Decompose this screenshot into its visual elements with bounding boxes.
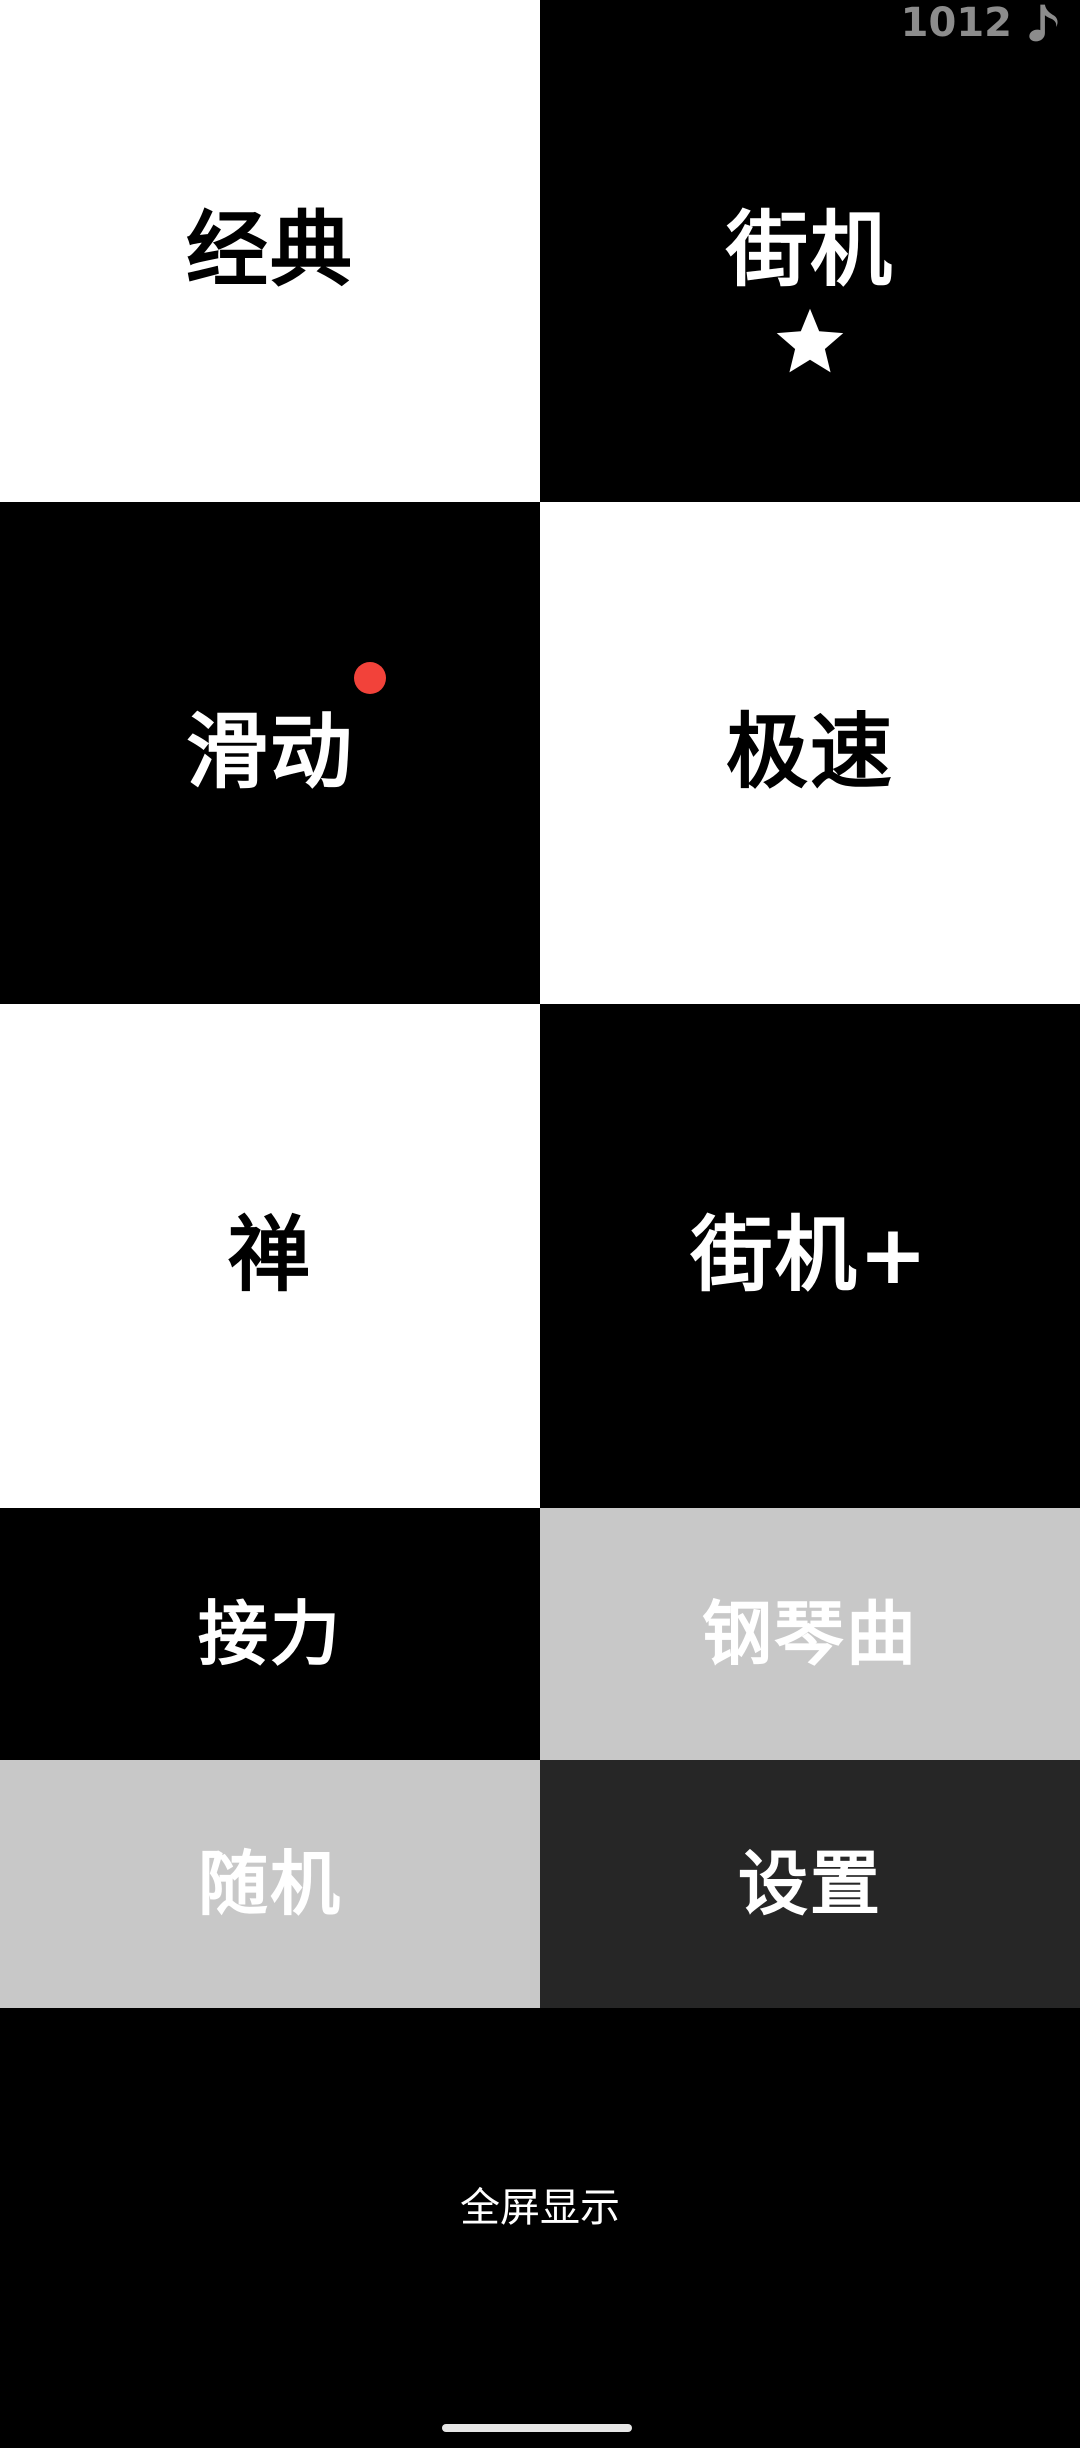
notification-dot — [354, 662, 386, 694]
mode-tile-zen[interactable]: 禅 — [0, 1004, 540, 1508]
mode-tile-arcade[interactable]: 街机 — [540, 0, 1080, 502]
mode-tile-slide[interactable]: 滑动 — [0, 502, 540, 1004]
score-counter: 1012 — [901, 0, 1066, 46]
mode-label-random: 随机 — [198, 1843, 342, 1925]
mode-label-classic: 经典 — [185, 203, 354, 298]
mode-label-speed: 极速 — [725, 705, 894, 800]
mode-label-relay: 接力 — [198, 1593, 342, 1675]
mode-tile-relay[interactable]: 接力 — [0, 1508, 540, 1760]
settings-button[interactable]: 设置 — [540, 1760, 1080, 2008]
mode-label-arcade-plus: 街机+ — [690, 1208, 930, 1303]
star-icon — [776, 308, 844, 373]
mode-label-arcade: 街机 — [725, 203, 894, 298]
mode-tile-arcade-plus[interactable]: 街机+ — [540, 1004, 1080, 1508]
score-value: 1012 — [900, 0, 1012, 46]
mode-tile-classic[interactable]: 经典 — [0, 0, 540, 502]
mode-tile-random[interactable]: 随机 — [0, 1760, 540, 2008]
mode-label-zen: 禅 — [227, 1208, 312, 1303]
settings-label: 设置 — [738, 1843, 882, 1925]
home-indicator[interactable] — [442, 2424, 632, 2432]
mode-tile-piano-songs[interactable]: 钢琴曲 — [540, 1508, 1080, 1760]
fullscreen-toggle[interactable]: 全屏显示 — [0, 2180, 1080, 2236]
mode-label-piano-songs: 钢琴曲 — [702, 1593, 918, 1675]
mode-label-slide: 滑动 — [185, 705, 354, 800]
music-note-icon — [1029, 4, 1058, 42]
mode-tile-speed[interactable]: 极速 — [540, 502, 1080, 1004]
